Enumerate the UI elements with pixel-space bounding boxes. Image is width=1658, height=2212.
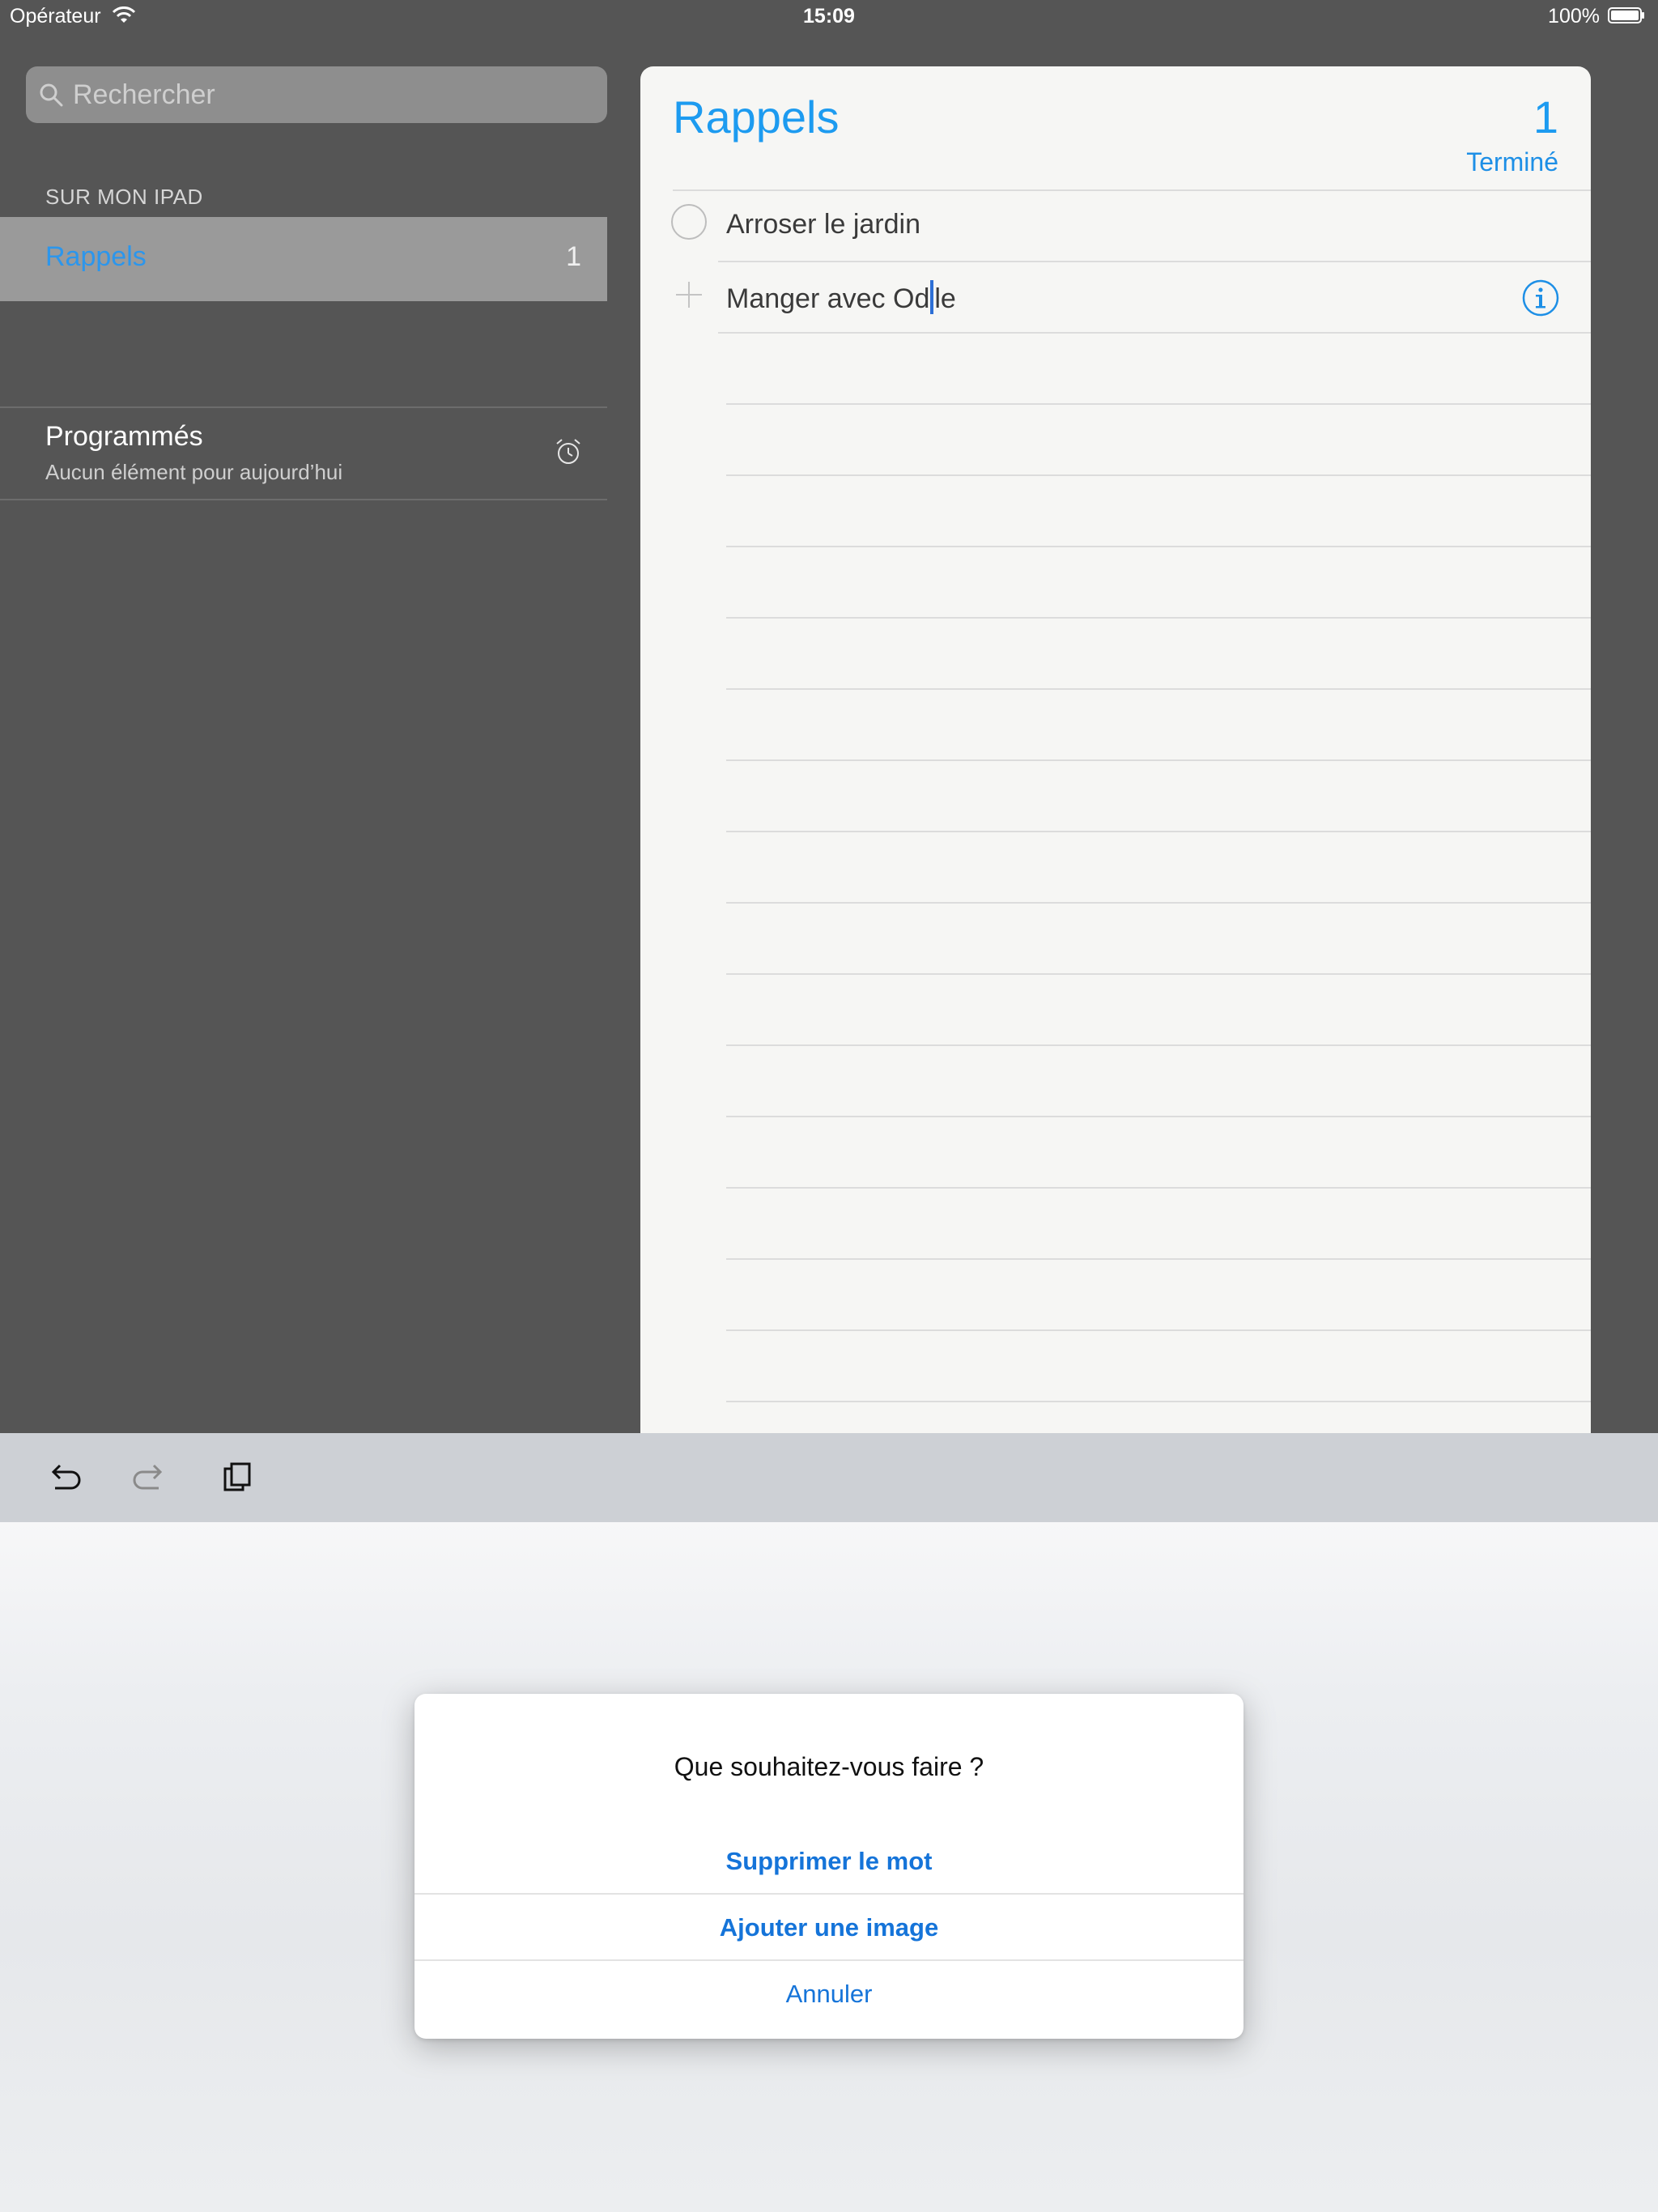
divider (718, 261, 1591, 262)
ruled-line (726, 617, 1591, 619)
scheduled-subtitle: Aucun élément pour aujourd’hui (45, 460, 343, 484)
shortcut-toolbar (0, 1433, 1658, 1522)
ruled-line (726, 1116, 1591, 1117)
alert-title: Que souhaitez-vous faire ? (674, 1752, 984, 1781)
divider (673, 189, 1591, 191)
ruled-line (726, 546, 1591, 547)
clock: 15:09 (803, 5, 855, 28)
info-icon[interactable] (1521, 279, 1560, 317)
battery-percent: 100% (1548, 5, 1600, 28)
search-icon (40, 83, 63, 107)
list-title: Rappels (673, 91, 840, 143)
undo-icon[interactable] (44, 1457, 84, 1498)
ruled-line (726, 1044, 1591, 1046)
add-image-button[interactable]: Ajouter une image (414, 1895, 1244, 1961)
divider (718, 332, 1591, 334)
ruled-line (726, 1258, 1591, 1260)
list-count: 1 (566, 241, 581, 272)
list-name: Rappels (45, 241, 147, 272)
ruled-line (726, 688, 1591, 690)
reminder-item[interactable]: Arroser le jardin (726, 209, 920, 240)
divider (0, 406, 607, 408)
battery-icon (1608, 7, 1644, 23)
ruled-line (726, 1401, 1591, 1402)
delete-word-button[interactable]: Supprimer le mot (414, 1828, 1244, 1895)
reminder-text-after-caret: le (934, 283, 956, 314)
ruled-line (726, 902, 1591, 904)
ruled-line (726, 474, 1591, 476)
paste-icon[interactable] (219, 1457, 259, 1498)
status-bar: Opérateur 15:09 100% (0, 0, 1658, 34)
cancel-button[interactable]: Annuler (414, 1961, 1244, 2027)
redo-icon[interactable] (130, 1457, 170, 1498)
ruled-line (726, 831, 1591, 832)
plus-icon (676, 282, 702, 308)
divider (0, 499, 607, 500)
search-field[interactable]: Rechercher (26, 66, 607, 123)
scheduled-title[interactable]: Programmés (45, 421, 203, 453)
done-button[interactable]: Terminé (1466, 147, 1558, 177)
text-caret (930, 280, 934, 314)
sidebar-item-rappels[interactable]: Rappels 1 (0, 217, 607, 301)
alarm-clock-icon (556, 439, 580, 464)
reminders-sheet: Rappels 1 Terminé Arroser le jardin Mang… (640, 66, 1591, 1443)
reminder-checkbox[interactable] (671, 204, 707, 240)
ruled-line (726, 973, 1591, 975)
ruled-line (726, 759, 1591, 761)
ruled-line (726, 403, 1591, 405)
section-title: SUR MON IPAD (45, 185, 203, 209)
ruled-line (726, 1329, 1591, 1331)
ruled-line (726, 1187, 1591, 1189)
search-placeholder: Rechercher (73, 79, 215, 110)
reminder-text-before-caret: Manger avec Od (726, 283, 930, 314)
reminder-input[interactable]: Manger avec Od le (726, 280, 956, 315)
reminder-count: 1 (1533, 91, 1558, 143)
action-alert: Que souhaitez-vous faire ? Supprimer le … (414, 1694, 1244, 2039)
